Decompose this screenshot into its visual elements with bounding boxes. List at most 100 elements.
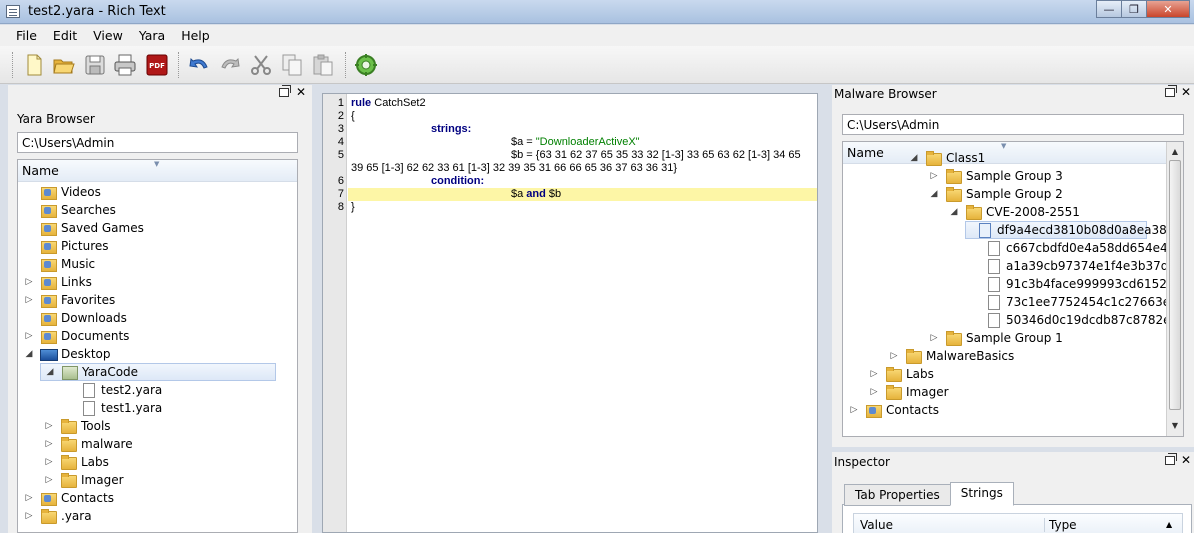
tree-row[interactable]: c667cbdfd0e4a58dd654e46f... <box>969 239 1183 257</box>
tree-row[interactable]: ▷ .yara <box>24 507 92 525</box>
tree-row[interactable]: Saved Games <box>24 219 144 237</box>
tree-row[interactable]: 91c3b4face999993cd615284... <box>969 275 1183 293</box>
code-line[interactable]: $b = {63 31 62 37 65 35 33 32 [1-3] 33 6… <box>511 149 801 161</box>
malware-path-input[interactable]: C:\Users\Admin <box>842 114 1184 135</box>
collapse-arrow-icon[interactable]: ◢ <box>949 207 959 217</box>
tree-row[interactable]: Videos <box>24 183 101 201</box>
tab-properties[interactable]: Tab Properties <box>844 484 951 506</box>
expand-arrow-icon[interactable]: ▷ <box>869 369 879 379</box>
expand-arrow-icon[interactable]: ▷ <box>24 277 34 287</box>
column-value[interactable]: Value <box>860 518 893 532</box>
menu-yara[interactable]: Yara <box>131 28 173 43</box>
dock-close-icon[interactable]: ✕ <box>1181 453 1193 467</box>
dock-float-icon[interactable] <box>1165 453 1177 468</box>
tree-row[interactable]: ▷ Labs <box>44 453 109 471</box>
tree-row[interactable]: ▷ Sample Group 3 <box>929 167 1063 185</box>
new-file-icon[interactable] <box>22 53 46 77</box>
code-line[interactable]: $a = "DownloaderActiveX" <box>511 136 640 148</box>
expand-arrow-icon[interactable]: ▷ <box>24 511 34 521</box>
tree-row[interactable]: ▷ Imager <box>44 471 124 489</box>
expand-arrow-icon[interactable]: ▷ <box>849 405 859 415</box>
expand-arrow-icon[interactable]: ▷ <box>889 351 899 361</box>
tree-row[interactable]: ▷ malware <box>44 435 133 453</box>
malware-tree-scrollbar[interactable]: ▲ ▼ <box>1166 142 1183 436</box>
tree-header-name[interactable]: Name ▼ <box>843 142 1167 164</box>
expand-arrow-icon[interactable]: ▷ <box>929 333 939 343</box>
tree-row[interactable]: ▷ Documents <box>24 327 129 345</box>
code-line[interactable]: condition: <box>431 175 484 187</box>
maximize-button[interactable]: ❐ <box>1121 0 1147 18</box>
expand-arrow-icon[interactable]: ▷ <box>44 475 54 485</box>
menu-file[interactable]: File <box>8 28 45 43</box>
expand-arrow-icon[interactable]: ▷ <box>24 295 34 305</box>
tree-row[interactable]: ◢ CVE-2008-2551 <box>949 203 1080 221</box>
open-folder-icon[interactable] <box>52 53 76 77</box>
close-button[interactable]: ✕ <box>1146 0 1190 18</box>
tree-row[interactable]: Searches <box>24 201 116 219</box>
scroll-up-icon[interactable]: ▲ <box>1167 144 1183 160</box>
tree-row[interactable]: ◢ Sample Group 2 <box>929 185 1063 203</box>
expand-arrow-icon[interactable]: ▷ <box>869 387 879 397</box>
cut-icon[interactable] <box>249 53 273 77</box>
run-yara-icon[interactable] <box>354 53 378 77</box>
print-icon[interactable] <box>113 53 137 77</box>
code-line[interactable]: $a and $b <box>511 188 561 200</box>
minimize-button[interactable]: — <box>1096 0 1122 18</box>
tree-row[interactable]: ◢ Desktop <box>24 345 111 363</box>
collapse-arrow-icon[interactable]: ◢ <box>45 367 55 377</box>
tree-row[interactable]: test2.yara <box>64 381 162 399</box>
code-line[interactable]: 39 65 [1-3] 62 62 33 61 [1-3] 32 39 35 3… <box>351 162 677 174</box>
tree-row[interactable]: ▷ Favorites <box>24 291 115 309</box>
dock-float-icon[interactable] <box>1165 85 1177 100</box>
tree-row[interactable]: 50346d0c19dcdb87c8782e8... <box>969 311 1183 329</box>
redo-icon[interactable] <box>218 53 242 77</box>
column-type[interactable]: Type <box>1044 518 1077 532</box>
save-icon[interactable] <box>83 53 107 77</box>
expand-arrow-icon[interactable]: ▷ <box>929 171 939 181</box>
tree-row[interactable]: ◢ Class1 <box>909 149 985 167</box>
expand-arrow-icon[interactable]: ▷ <box>44 421 54 431</box>
copy-icon[interactable] <box>280 53 304 77</box>
expand-arrow-icon[interactable]: ▷ <box>44 457 54 467</box>
tree-row[interactable]: ◢ YaraCode <box>40 363 276 381</box>
collapse-arrow-icon[interactable]: ◢ <box>24 349 34 359</box>
tree-row[interactable]: df9a4ecd3810b08d0a8ea38f... <box>965 221 1182 239</box>
tree-row[interactable]: ▷ Contacts <box>849 401 939 419</box>
tree-row[interactable]: a1a39cb97374e1f4e3b37dfc... <box>969 257 1183 275</box>
expand-arrow-icon[interactable]: ▷ <box>24 493 34 503</box>
dock-float-icon[interactable] <box>279 85 291 100</box>
tree-row[interactable]: Downloads <box>24 309 127 327</box>
tree-row[interactable]: ▷ MalwareBasics <box>889 347 1014 365</box>
tree-row[interactable]: ▷ Sample Group 1 <box>929 329 1063 347</box>
tree-row[interactable]: ▷ Labs <box>869 365 934 383</box>
menu-help[interactable]: Help <box>173 28 218 43</box>
dock-close-icon[interactable]: ✕ <box>1181 85 1193 99</box>
dock-close-icon[interactable]: ✕ <box>296 85 308 99</box>
undo-icon[interactable] <box>187 53 211 77</box>
tree-header-name[interactable]: Name ▼ <box>18 160 297 182</box>
code-editor[interactable]: 12345 678 rule CatchSet2{strings: $a = "Do… <box>322 93 818 533</box>
tree-row[interactable]: Pictures <box>24 237 109 255</box>
menu-view[interactable]: View <box>85 28 131 43</box>
code-line[interactable]: strings: <box>431 123 471 135</box>
tree-row[interactable]: ▷ Contacts <box>24 489 114 507</box>
code-line[interactable]: rule CatchSet2 <box>351 97 426 109</box>
tree-row[interactable]: ▷ Tools <box>44 417 111 435</box>
scroll-up-icon[interactable]: ▲ <box>1166 520 1172 529</box>
tree-row[interactable]: test1.yara <box>64 399 162 417</box>
expand-arrow-icon[interactable]: ▷ <box>24 331 34 341</box>
scrollbar-thumb[interactable] <box>1169 160 1181 410</box>
collapse-arrow-icon[interactable]: ◢ <box>909 153 919 163</box>
export-pdf-icon[interactable]: PDF <box>145 53 169 77</box>
menu-edit[interactable]: Edit <box>45 28 85 43</box>
tree-row[interactable]: 73c1ee7752454c1c27663e96... <box>969 293 1183 311</box>
tree-row[interactable]: ▷ Links <box>24 273 92 291</box>
tree-row[interactable]: Music <box>24 255 95 273</box>
tree-row[interactable]: ▷ Imager <box>869 383 949 401</box>
scroll-down-icon[interactable]: ▼ <box>1167 418 1183 434</box>
tab-strings[interactable]: Strings <box>949 482 1014 506</box>
yara-path-input[interactable]: C:\Users\Admin <box>17 132 298 153</box>
paste-icon[interactable] <box>311 53 335 77</box>
code-line[interactable]: { <box>351 110 355 122</box>
code-line[interactable]: } <box>351 201 355 213</box>
